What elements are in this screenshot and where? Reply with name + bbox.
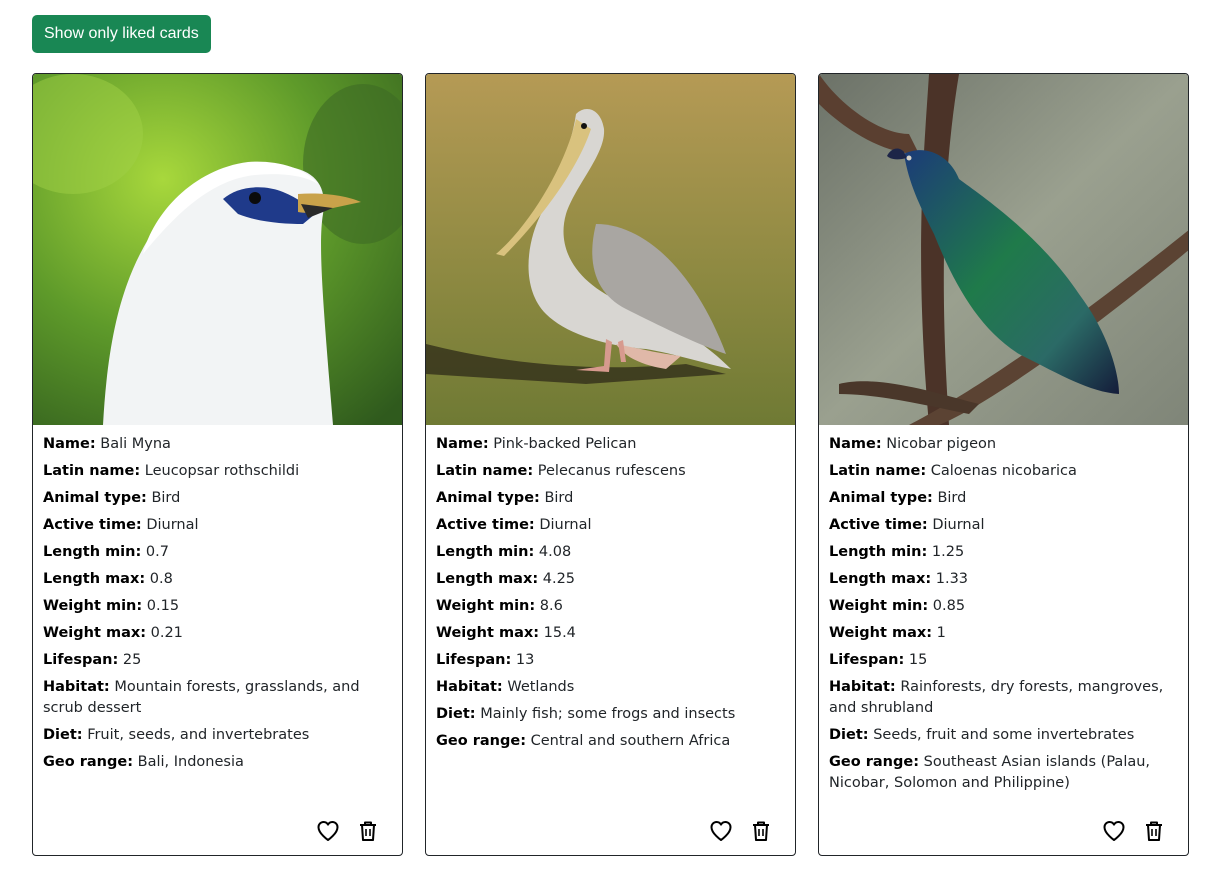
length-min-value: 0.7: [145, 544, 169, 560]
show-liked-button[interactable]: Show only liked cards: [32, 15, 211, 53]
latin-value: Pelecanus rufescens: [537, 463, 686, 479]
weight-min-label: Weight min:: [436, 598, 536, 614]
card-actions: [316, 819, 380, 843]
length-max-value: 4.25: [542, 571, 576, 587]
habitat-label: Habitat:: [829, 679, 896, 695]
latin-label: Latin name:: [43, 463, 141, 479]
weight-min-label: Weight min:: [829, 598, 929, 614]
diet-label: Diet:: [436, 706, 476, 722]
weight-min-value: 0.15: [146, 598, 180, 614]
geo-label: Geo range:: [829, 754, 920, 770]
heart-outline-icon[interactable]: [1102, 819, 1126, 843]
weight-min-label: Weight min:: [43, 598, 143, 614]
length-min-label: Length min:: [43, 544, 142, 560]
diet-value: Fruit, seeds, and invertebrates: [87, 727, 310, 743]
weight-max-value: 1: [936, 625, 946, 641]
card-actions: [1102, 819, 1166, 843]
length-max-label: Length max:: [829, 571, 932, 587]
length-min-label: Length min:: [436, 544, 535, 560]
length-max-value: 0.8: [149, 571, 173, 587]
active-label: Active time:: [43, 517, 142, 533]
name-label: Name:: [436, 436, 489, 452]
name-value: Nicobar pigeon: [886, 436, 997, 452]
lifespan-value: 25: [122, 652, 142, 668]
name-label: Name:: [43, 436, 96, 452]
type-value: Bird: [937, 490, 967, 506]
weight-max-label: Weight max:: [436, 625, 540, 641]
active-label: Active time:: [829, 517, 928, 533]
length-max-label: Length max:: [43, 571, 146, 587]
name-label: Name:: [829, 436, 882, 452]
geo-value: Bali, Indonesia: [137, 754, 244, 770]
diet-label: Diet:: [43, 727, 83, 743]
type-label: Animal type:: [436, 490, 540, 506]
type-label: Animal type:: [829, 490, 933, 506]
type-value: Bird: [544, 490, 574, 506]
lifespan-label: Lifespan:: [43, 652, 119, 668]
name-value: Bali Myna: [100, 436, 171, 452]
weight-max-value: 15.4: [543, 625, 576, 641]
card-actions: [709, 819, 773, 843]
active-value: Diurnal: [539, 517, 592, 533]
card-details: Name: Pink-backed Pelican Latin name: Pe…: [436, 434, 786, 758]
animal-card-bali-myna: Name: Bali Myna Latin name: Leucopsar ro…: [32, 73, 403, 856]
habitat-label: Habitat:: [436, 679, 503, 695]
weight-min-value: 0.85: [932, 598, 966, 614]
heart-outline-icon[interactable]: [316, 819, 340, 843]
length-min-value: 4.08: [538, 544, 572, 560]
length-max-label: Length max:: [436, 571, 539, 587]
geo-label: Geo range:: [43, 754, 134, 770]
pink-backed-pelican-photo: [426, 74, 795, 425]
geo-label: Geo range:: [436, 733, 527, 749]
diet-label: Diet:: [829, 727, 869, 743]
diet-value: Mainly fish; some frogs and insects: [480, 706, 736, 722]
latin-value: Leucopsar rothschildi: [144, 463, 300, 479]
weight-max-label: Weight max:: [43, 625, 147, 641]
bali-myna-photo: [33, 74, 402, 425]
length-min-label: Length min:: [829, 544, 928, 560]
habitat-value: Wetlands: [507, 679, 575, 695]
lifespan-label: Lifespan:: [436, 652, 512, 668]
lifespan-value: 13: [515, 652, 535, 668]
nicobar-pigeon-photo: [819, 74, 1188, 425]
diet-value: Seeds, fruit and some invertebrates: [873, 727, 1135, 743]
trash-icon[interactable]: [356, 819, 380, 843]
latin-value: Caloenas nicobarica: [930, 463, 1077, 479]
active-value: Diurnal: [932, 517, 985, 533]
animal-card-pink-backed-pelican: Name: Pink-backed Pelican Latin name: Pe…: [425, 73, 796, 856]
weight-min-value: 8.6: [539, 598, 563, 614]
trash-icon[interactable]: [749, 819, 773, 843]
weight-max-label: Weight max:: [829, 625, 933, 641]
geo-value: Central and southern Africa: [530, 733, 731, 749]
weight-max-value: 0.21: [150, 625, 183, 641]
animal-card-nicobar-pigeon: Name: Nicobar pigeon Latin name: Caloena…: [818, 73, 1189, 856]
card-details: Name: Nicobar pigeon Latin name: Caloena…: [829, 434, 1179, 800]
lifespan-label: Lifespan:: [829, 652, 905, 668]
lifespan-value: 15: [908, 652, 928, 668]
active-value: Diurnal: [146, 517, 199, 533]
type-label: Animal type:: [43, 490, 147, 506]
habitat-label: Habitat:: [43, 679, 110, 695]
type-value: Bird: [151, 490, 181, 506]
length-min-value: 1.25: [931, 544, 965, 560]
trash-icon[interactable]: [1142, 819, 1166, 843]
length-max-value: 1.33: [935, 571, 969, 587]
active-label: Active time:: [436, 517, 535, 533]
heart-outline-icon[interactable]: [709, 819, 733, 843]
name-value: Pink-backed Pelican: [493, 436, 637, 452]
latin-label: Latin name:: [436, 463, 534, 479]
card-details: Name: Bali Myna Latin name: Leucopsar ro…: [43, 434, 393, 779]
latin-label: Latin name:: [829, 463, 927, 479]
